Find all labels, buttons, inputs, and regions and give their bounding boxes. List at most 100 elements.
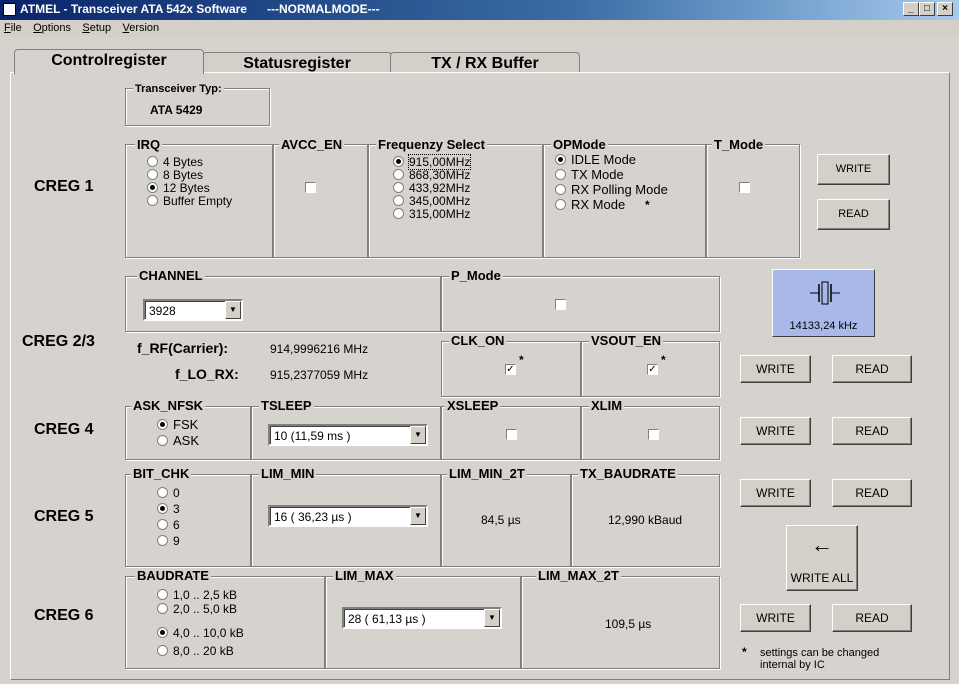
maximize-button[interactable]: □ — [919, 2, 935, 16]
radio-indicator-selected — [393, 156, 404, 167]
creg4-write-button[interactable]: WRITE — [740, 417, 811, 445]
menu-setup[interactable]: Setup — [78, 20, 115, 34]
opmode-option-idle[interactable]: IDLE Mode — [555, 153, 636, 166]
limmax2t-title: LIM_MAX_2T — [536, 568, 621, 583]
chevron-down-icon[interactable]: ▼ — [410, 426, 426, 444]
bitchk-title: BIT_CHK — [131, 466, 192, 481]
radio-indicator — [555, 199, 566, 210]
arrow-left-icon: ← — [811, 532, 833, 557]
menu-options[interactable]: Options — [29, 20, 75, 34]
xlim-checkbox[interactable] — [648, 429, 659, 440]
creg23-write-button[interactable]: WRITE — [740, 355, 811, 383]
asknfsk-option-fsk[interactable]: FSK — [157, 418, 198, 431]
radio-indicator — [147, 169, 158, 180]
xsleep-title: XSLEEP — [445, 398, 501, 413]
tmode-group — [706, 144, 800, 258]
xsleep-checkbox[interactable] — [506, 429, 517, 440]
chevron-down-icon[interactable]: ▼ — [225, 301, 241, 319]
avcc-group — [273, 144, 368, 258]
limmin2t-value: 84,5 µs — [481, 513, 521, 527]
close-button[interactable]: × — [937, 2, 953, 16]
avcc-checkbox[interactable] — [305, 182, 316, 193]
creg23-label: CREG 2/3 — [22, 333, 95, 350]
radio-indicator — [555, 169, 566, 180]
tab-strip: Controlregister Statusregister TX / RX B… — [0, 38, 959, 74]
asknfsk-title: ASK_NFSK — [131, 398, 206, 413]
tab-controlregister[interactable]: Controlregister — [14, 49, 204, 74]
opmode-option-tx[interactable]: TX Mode — [555, 168, 624, 181]
minimize-button[interactable]: _ — [903, 2, 919, 16]
write-all-label: WRITE ALL — [790, 571, 854, 585]
radio-indicator — [393, 195, 404, 206]
vsout-checkbox[interactable]: ✓ — [647, 364, 658, 375]
creg1-label: CREG 1 — [34, 178, 94, 195]
limmin-select[interactable]: 16 ( 36,23 µs ) ▼ — [268, 505, 428, 527]
radio-indicator — [157, 603, 168, 614]
bitchk-option-3[interactable]: 3 — [157, 503, 180, 516]
clkon-checkbox[interactable]: ✓ — [505, 364, 516, 375]
opmode-rx-star: * — [645, 198, 650, 212]
clkon-title: CLK_ON — [449, 333, 507, 348]
opmode-option-rx[interactable]: RX Mode — [555, 198, 625, 211]
limmin-title: LIM_MIN — [259, 466, 317, 481]
radio-indicator — [393, 169, 404, 180]
freq-option-315[interactable]: 315,00MHz — [393, 208, 470, 221]
limmin2t-title: LIM_MIN_2T — [447, 466, 527, 481]
creg5-label: CREG 5 — [34, 508, 94, 525]
creg5-read-button[interactable]: READ — [832, 479, 912, 507]
title-bar: ATMEL - Transceiver ATA 542x Software --… — [0, 0, 959, 20]
asknfsk-option-ask[interactable]: ASK — [157, 434, 199, 447]
write-all-button[interactable]: ← WRITE ALL — [786, 525, 858, 591]
radio-indicator — [393, 182, 404, 193]
creg6-read-button[interactable]: READ — [832, 604, 912, 632]
irq-option-buffer-empty[interactable]: Buffer Empty — [147, 195, 232, 208]
crystal-button[interactable]: 14133,24 kHz — [772, 269, 875, 337]
txbaud-title: TX_BAUDRATE — [578, 466, 678, 481]
radio-indicator — [157, 535, 168, 546]
menu-version[interactable]: Version — [118, 20, 163, 34]
baudrate-option-2[interactable]: 2,0 .. 5,0 kB — [157, 603, 237, 616]
tsleep-select[interactable]: 10 (11,59 ms ) ▼ — [268, 424, 428, 446]
channel-select[interactable]: 3928 ▼ — [143, 299, 243, 321]
baudrate-option-8[interactable]: 8,0 .. 20 kB — [157, 645, 234, 658]
bitchk-option-9[interactable]: 9 — [157, 535, 180, 548]
creg1-write-button[interactable]: WRITE — [817, 154, 890, 185]
tmode-checkbox[interactable] — [739, 182, 750, 193]
opmode-title: OPMode — [551, 137, 608, 152]
radio-indicator — [157, 645, 168, 656]
creg6-write-button[interactable]: WRITE — [740, 604, 811, 632]
radio-indicator-selected — [157, 627, 168, 638]
radio-indicator — [157, 589, 168, 600]
chevron-down-icon[interactable]: ▼ — [484, 609, 500, 627]
pmode-checkbox[interactable] — [555, 299, 566, 310]
app-icon[interactable] — [3, 3, 16, 16]
bitchk-option-6[interactable]: 6 — [157, 519, 180, 532]
flo-label: f_LO_RX: — [175, 366, 239, 382]
creg6-label: CREG 6 — [34, 607, 94, 624]
bitchk-option-0[interactable]: 0 — [157, 487, 180, 500]
tsleep-title: TSLEEP — [259, 398, 314, 413]
menu-file[interactable]: File — [0, 20, 26, 34]
tab-statusregister[interactable]: Statusregister — [202, 52, 392, 73]
frf-label: f_RF(Carrier): — [137, 340, 229, 356]
window-title: ATMEL - Transceiver ATA 542x Software --… — [20, 2, 380, 16]
tab-txrx-buffer[interactable]: TX / RX Buffer — [390, 52, 580, 73]
opmode-option-rx-polling[interactable]: RX Polling Mode — [555, 183, 668, 196]
baudrate-option-4[interactable]: 4,0 .. 10,0 kB — [157, 627, 244, 640]
creg5-write-button[interactable]: WRITE — [740, 479, 811, 507]
radio-indicator-selected — [147, 182, 158, 193]
bitchk-group — [125, 474, 251, 567]
creg4-read-button[interactable]: READ — [832, 417, 912, 445]
creg23-read-button[interactable]: READ — [832, 355, 912, 383]
chevron-down-icon[interactable]: ▼ — [410, 507, 426, 525]
crystal-frequency: 14133,24 kHz — [789, 320, 858, 332]
radio-indicator — [555, 184, 566, 195]
flo-value: 915,2377059 MHz — [270, 368, 369, 382]
radio-indicator — [157, 519, 168, 530]
radio-indicator-selected — [157, 419, 168, 430]
baudrate-option-1[interactable]: 1,0 .. 2,5 kB — [157, 589, 237, 602]
creg1-read-button[interactable]: READ — [817, 199, 890, 230]
limmax-select[interactable]: 28 ( 61,13 µs ) ▼ — [342, 607, 502, 629]
crystal-icon — [810, 281, 840, 305]
radio-indicator — [147, 156, 158, 167]
